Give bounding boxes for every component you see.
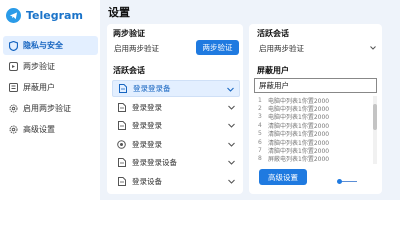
session-row[interactable]: 登录登录设备 [112,154,240,171]
document-icon [118,84,127,93]
chevron-down-icon[interactable] [226,85,235,94]
chevron-down-icon[interactable] [227,140,236,149]
session-row[interactable]: 登录登录 [112,99,240,116]
chevron-down-icon[interactable] [227,121,236,130]
user-index: 8 [258,155,262,163]
session-label: 登录设备 [132,176,162,186]
session-row[interactable]: 登录登录 [112,117,240,134]
advanced-settings-button[interactable]: 高级设置 [259,169,307,185]
select-value: 启用两步验证 [259,43,304,53]
document-icon [117,176,126,186]
settings-dot-icon [117,139,126,149]
blocked-users-input[interactable]: 屏蔽用户 [254,78,377,93]
user-text: 屏蔽电列表1你置2000 [268,156,330,164]
session-label: 登录登录 [132,139,162,149]
left-card: 两步验证 启用两步验证 两步验证 活跃会话 登录登录备 登录登录 登录登录 登录… [107,24,243,194]
active-sessions-select[interactable]: 启用两步验证 [255,41,379,55]
sidebar-item-label: 隐私与安全 [23,41,63,50]
user-index: 1 [258,96,262,104]
blocked-users-list: 1 电脑中列表1你置2000 2 电脑中列表1你置2000 3 电脑中列表1你置200… [254,96,377,164]
session-row[interactable]: 登录登录 [112,136,240,153]
user-index: 5 [258,130,262,138]
sidebar-item-blocked[interactable]: 屏蔽用户 [3,78,98,97]
chevron-down-icon[interactable] [227,103,236,112]
sidebar-item-label: 启用两步验证 [23,104,71,113]
session-label: 登录登录备 [133,84,171,93]
chevron-down-icon[interactable] [227,158,236,167]
sidebar-item-advanced[interactable]: 高级设置 [3,120,98,139]
sidebar-item-label: 两步验证 [23,62,55,71]
sessions-title: 活跃会话 [113,66,145,75]
right-card: 活跃会话 启用两步验证 屏蔽用户 屏蔽用户 1 电脑中列表1你置2000 2 电脑中… [249,24,382,194]
sidebar-item-enable-two-step[interactable]: 启用两步验证 [3,99,98,118]
session-label: 登录登录 [132,121,162,130]
user-index: 6 [258,138,262,146]
connector-dot [337,179,342,184]
sidebar-item-label: 屏蔽用户 [23,83,55,92]
page-title: 设置 [108,6,130,19]
blocked-icon [8,83,18,93]
blocked-users-title: 屏蔽用户 [257,66,289,75]
scroll-thumb[interactable] [373,104,377,130]
sidebar-item-privacy[interactable]: 隐私与安全 [3,36,98,55]
session-label: 登录登录 [132,102,162,112]
document-icon [117,121,126,130]
sidebar-item-label: 高级设置 [23,125,55,134]
brand: Telegram [6,6,83,24]
session-label: 登录登录设备 [132,158,177,167]
session-row[interactable]: 登录登录备 [112,80,240,97]
telegram-logo-icon [6,7,21,23]
two-step-button[interactable]: 两步验证 [196,40,239,55]
chevron-down-icon [370,46,376,50]
list-item[interactable]: 8 屏蔽电列表1你置2000 [254,155,377,163]
user-index: 4 [258,121,262,129]
two-step-title: 两步验证 [113,29,145,38]
sessions-list: 登录登录备 登录登录 登录登录 登录登录 登录登录设备 登录设备 [112,80,240,191]
user-index: 3 [258,113,262,121]
document-icon [117,102,126,112]
scrollbar[interactable] [373,96,377,164]
sidebar-nav: 隐私与安全 两步验证 屏蔽用户 启用两步验证 高级设置 [3,36,98,141]
active-sessions-title: 活跃会话 [257,29,289,38]
session-row[interactable]: 登录设备 [112,173,240,190]
sidebar: Telegram 隐私与安全 两步验证 屏蔽用户 启用两步验证 高级设置 [0,0,100,200]
user-index: 2 [258,105,262,113]
sidebar-item-two-step[interactable]: 两步验证 [3,57,98,76]
gear-icon [8,104,18,114]
document-icon [117,158,126,167]
user-index: 7 [258,147,262,155]
two-step-field[interactable]: 启用两步验证 [112,41,192,55]
brand-name: Telegram [26,8,83,22]
gear-icon [8,125,18,135]
shield-icon [8,40,18,51]
main-panel: 设置 两步验证 启用两步验证 两步验证 活跃会话 登录登录备 登录登录 登录登录… [100,0,400,200]
two-step-icon [8,62,18,72]
chevron-down-icon[interactable] [227,177,236,186]
